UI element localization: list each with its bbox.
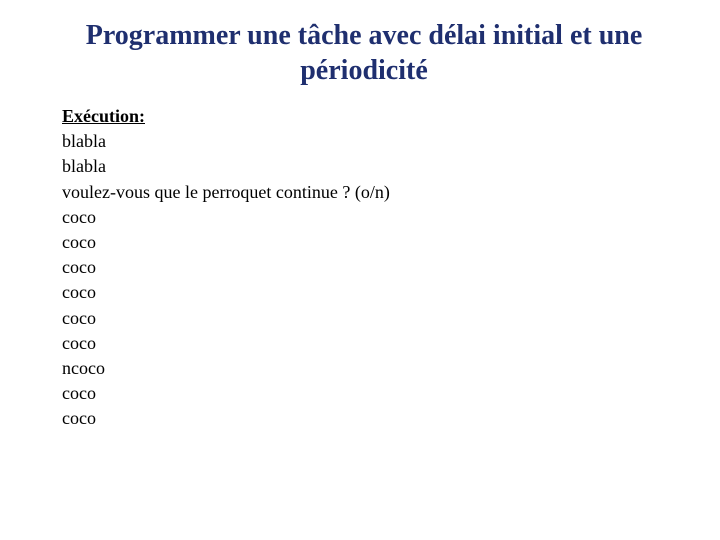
output-line: coco — [62, 381, 720, 406]
output-line: voulez-vous que le perroquet continue ? … — [62, 180, 720, 205]
output-line: coco — [62, 205, 720, 230]
output-line: coco — [62, 255, 720, 280]
section-header: Exécution: — [62, 104, 720, 129]
output-line: coco — [62, 306, 720, 331]
output-line: ncoco — [62, 356, 720, 381]
output-line: coco — [62, 280, 720, 305]
output-line: coco — [62, 331, 720, 356]
output-line: coco — [62, 406, 720, 431]
output-line: coco — [62, 230, 720, 255]
execution-output: Exécution: blabla blabla voulez-vous que… — [0, 104, 720, 431]
slide-title: Programmer une tâche avec délai initial … — [0, 18, 720, 88]
output-line: blabla — [62, 154, 720, 179]
output-line: blabla — [62, 129, 720, 154]
